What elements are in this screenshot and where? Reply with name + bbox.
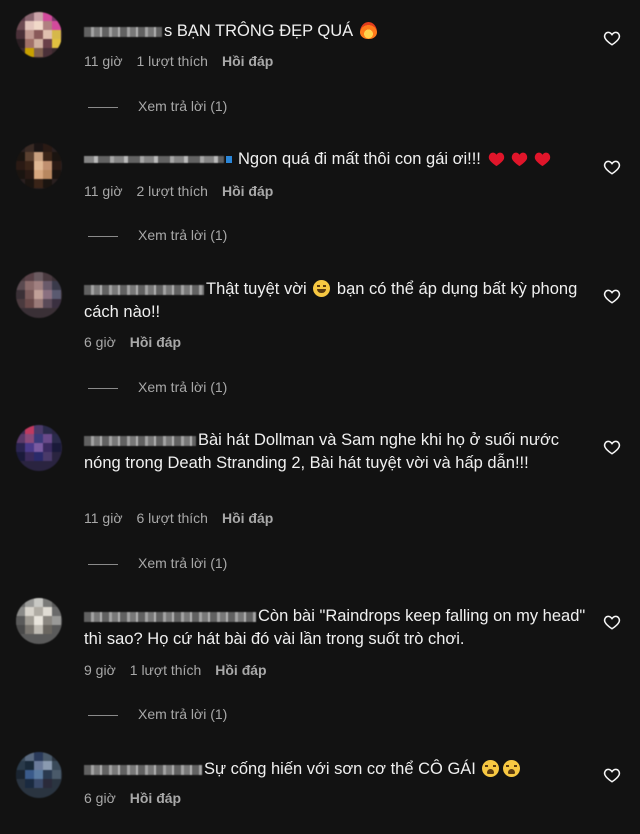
- avatar[interactable]: [16, 12, 62, 58]
- comment-meta: 6 giờ Hồi đáp: [84, 334, 195, 350]
- like-count[interactable]: 1 lượt thích: [130, 662, 201, 678]
- reply-button[interactable]: Hồi đáp: [222, 53, 273, 69]
- weary-face-emoji: [482, 760, 500, 777]
- blurred-username[interactable]: [84, 764, 202, 775]
- comment-meta: 11 giờ 1 lượt thích Hồi đáp: [84, 53, 287, 69]
- avatar[interactable]: [16, 143, 62, 189]
- heart-icon[interactable]: [603, 287, 621, 305]
- heart-icon[interactable]: [603, 438, 621, 456]
- red-heart-emoji: [489, 152, 505, 167]
- fire-emoji: [359, 22, 377, 39]
- red-heart-emoji: [535, 152, 551, 167]
- comment-text: Bài hát Dollman và Sam nghe khi họ ở suố…: [84, 431, 560, 472]
- divider-line: [88, 563, 118, 565]
- like-count[interactable]: 1 lượt thích: [137, 53, 208, 69]
- reply-button[interactable]: Hồi đáp: [130, 790, 181, 806]
- comment-text: Còn bài "Raindrops keep falling on my he…: [84, 607, 586, 648]
- comment-meta: 6 giờ Hồi đáp: [84, 790, 195, 806]
- divider-line: [88, 714, 118, 716]
- timestamp: 6 giờ: [84, 334, 116, 350]
- comment-text: Ngon quá đi mất thôi con gái ơi!!!: [84, 148, 592, 171]
- comment-meta: 9 giờ 1 lượt thích Hồi đáp: [84, 662, 281, 678]
- comment-text: Thật tuyệt vời bạn có thể áp dụng bất kỳ…: [84, 280, 578, 321]
- timestamp: 11 giờ: [84, 510, 123, 526]
- timestamp: 11 giờ: [84, 183, 123, 199]
- avatar[interactable]: [16, 272, 62, 318]
- reply-button[interactable]: Hồi đáp: [222, 183, 273, 199]
- reply-button[interactable]: Hồi đáp: [215, 662, 266, 678]
- heart-icon[interactable]: [603, 29, 621, 47]
- view-replies-button[interactable]: Xem trả lời (1): [88, 227, 227, 243]
- divider-line: [88, 235, 118, 237]
- like-count[interactable]: 2 lượt thích: [137, 183, 208, 199]
- reply-button[interactable]: Hồi đáp: [130, 334, 181, 350]
- timestamp: 6 giờ: [84, 790, 116, 806]
- red-heart-emoji: [512, 152, 528, 167]
- blurred-username[interactable]: [84, 611, 256, 622]
- blurred-username[interactable]: [84, 435, 196, 446]
- blurred-username[interactable]: [84, 156, 224, 164]
- like-count[interactable]: 6 lượt thích: [137, 510, 208, 526]
- avatar[interactable]: [16, 598, 62, 644]
- reply-button[interactable]: Hồi đáp: [222, 510, 273, 526]
- comment-meta: 11 giờ 2 lượt thích Hồi đáp: [84, 183, 287, 199]
- weary-face-emoji: [503, 760, 521, 777]
- divider-line: [88, 387, 118, 389]
- avatar[interactable]: [16, 752, 62, 798]
- avatar[interactable]: [16, 425, 62, 471]
- view-replies-button[interactable]: Xem trả lời (1): [88, 555, 227, 571]
- comment-text: s BẠN TRÔNG ĐẸP QUÁ: [84, 20, 592, 43]
- timestamp: 9 giờ: [84, 662, 116, 678]
- timestamp: 11 giờ: [84, 53, 123, 69]
- heart-icon[interactable]: [603, 766, 621, 784]
- comment-meta: 11 giờ 6 lượt thích Hồi đáp: [84, 510, 287, 526]
- divider-line: [88, 106, 118, 108]
- heart-icon[interactable]: [603, 613, 621, 631]
- view-replies-button[interactable]: Xem trả lời (1): [88, 706, 227, 722]
- blurred-username[interactable]: [84, 26, 162, 37]
- heart-icon[interactable]: [603, 158, 621, 176]
- username-dot: [226, 156, 232, 164]
- view-replies-button[interactable]: Xem trả lời (1): [88, 379, 227, 395]
- grinning-squint-emoji: [313, 280, 331, 297]
- comment-text: Sự cống hiến với sơn cơ thể CÔ GÁI: [84, 758, 592, 781]
- view-replies-button[interactable]: Xem trả lời (1): [88, 98, 227, 114]
- blurred-username[interactable]: [84, 284, 204, 295]
